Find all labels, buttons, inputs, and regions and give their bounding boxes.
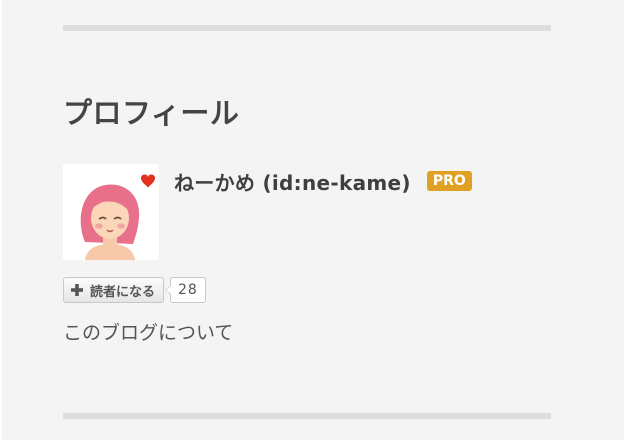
profile-id-row: ねーかめ (id:ne-kame) PRO [174,166,472,196]
profile-module-title: プロフィール [63,96,240,130]
woman-avatar-with-heart-icon [80,174,155,260]
section-divider-bottom [63,413,551,419]
about-blog-link[interactable]: このブログについて [63,318,233,345]
plus-icon [71,284,83,296]
pro-badge[interactable]: PRO [426,171,472,191]
sidebar-panel: プロフィール ねーかめ (id:ne-kame) PRO 読者になる 28 この… [2,0,624,440]
profile-username-link[interactable]: ねーかめ (id:ne-kame) [174,167,411,196]
section-divider-top [63,25,551,31]
subscribe-widget: 読者になる 28 [63,276,206,304]
subscribe-button[interactable]: 読者になる [63,277,165,303]
subscriber-count: 28 [165,277,206,303]
subscribe-label: 読者になる [90,284,156,300]
profile-avatar[interactable] [63,164,159,260]
